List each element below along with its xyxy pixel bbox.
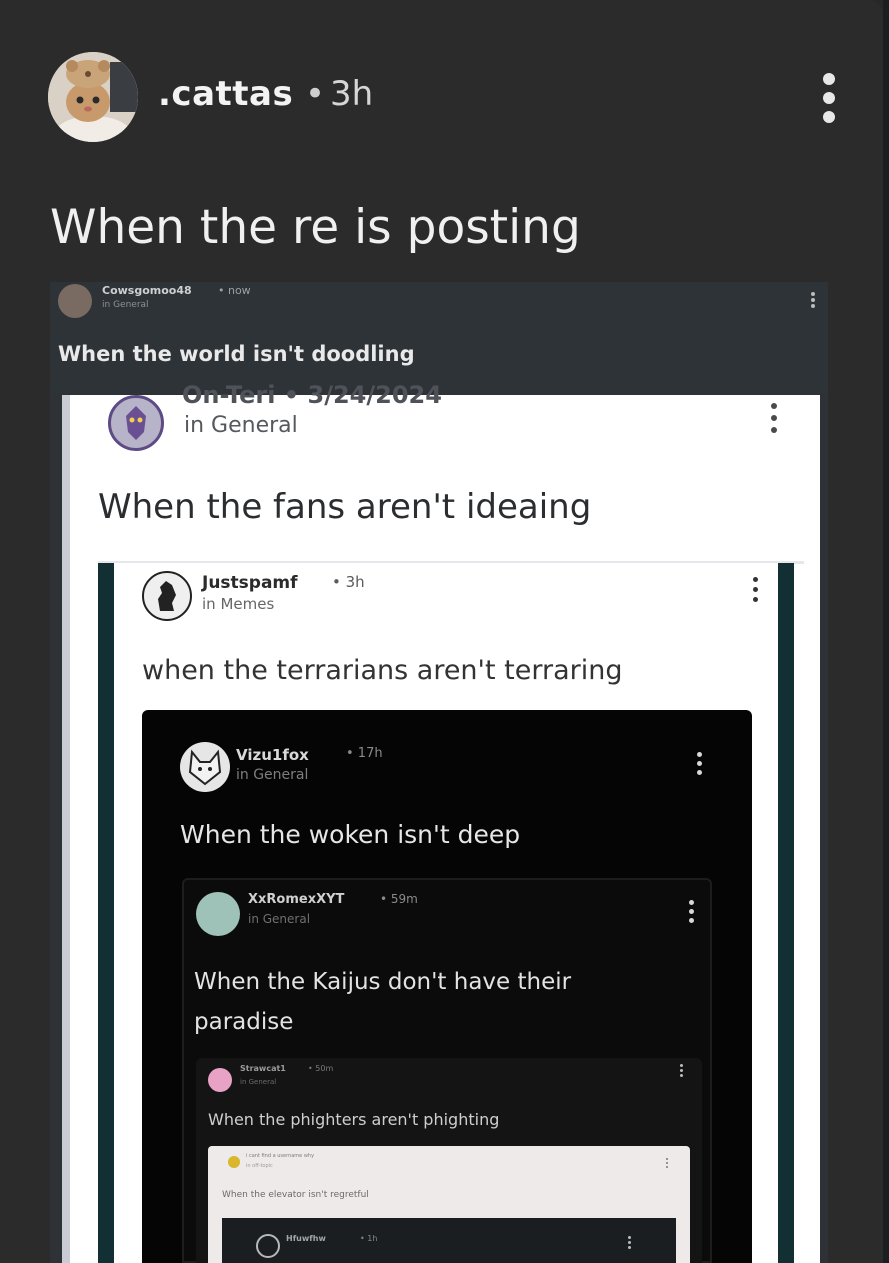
embedded-time: • 17h: [346, 746, 383, 761]
embedded-post-level6: Strawcat1 • 50m in General When the phig…: [196, 1058, 702, 1263]
divider: [62, 395, 70, 1263]
embedded-time: • 50m: [308, 1064, 334, 1073]
more-options-icon: [674, 1064, 688, 1077]
wolf-emblem-icon: [126, 406, 146, 440]
post-time: 3h: [330, 74, 374, 114]
avatar: [142, 571, 192, 621]
avatar: [228, 1156, 240, 1168]
post-title: When the re is posting: [50, 200, 581, 255]
user-avatar[interactable]: [48, 52, 138, 142]
embedded-username: Vizu1fox: [236, 746, 309, 764]
avatar: [196, 892, 240, 936]
post-image[interactable]: Cowsgomoo48 • now in General When the wo…: [50, 282, 828, 1263]
more-options-icon: [806, 292, 820, 308]
embedded-post-level2: On-Teri • 3/24/2024 in General When the …: [62, 381, 820, 1263]
chess-knight-icon: [158, 581, 176, 611]
more-options-icon: [748, 577, 762, 602]
embedded-category: in General: [184, 413, 298, 438]
embedded-category: in General: [248, 912, 311, 926]
embedded-title: When the elevator isn't regretful: [222, 1190, 369, 1200]
embedded-post-level8: Hfuwfhw • 1h: [222, 1218, 676, 1263]
embedded-title: When the world isn't doodling: [58, 342, 415, 366]
avatar: [208, 1068, 232, 1092]
embedded-category: in off-topic: [246, 1163, 273, 1169]
avatar: [58, 284, 92, 318]
more-options-icon: [684, 900, 698, 923]
embedded-post-level7: i cant find a username why in off-topic …: [208, 1146, 690, 1263]
more-options-icon: [767, 403, 781, 433]
username[interactable]: .cattas: [158, 74, 293, 114]
more-options-icon: [692, 752, 706, 775]
embedded-category: in Memes: [202, 595, 275, 613]
avatar: [108, 395, 164, 451]
embedded-post-level4: Vizu1fox • 17h in General When the woken…: [142, 710, 752, 1263]
embedded-category: in General: [240, 1078, 277, 1086]
embedded-username: XxRomexXYT: [248, 892, 345, 907]
embedded-time: • 3h: [332, 573, 365, 591]
avatar: [180, 742, 230, 792]
embedded-post-level3-frame: Justspamf • 3h in Memes when the terrari…: [98, 563, 794, 1263]
more-options-icon[interactable]: [822, 73, 836, 123]
embedded-category: in General: [102, 300, 149, 310]
divider: [883, 0, 889, 1263]
embedded-title: when the terrarians aren't terraring: [142, 655, 623, 686]
embedded-post-header: Cowsgomoo48 • now in General When the wo…: [50, 282, 828, 394]
more-options-icon: [660, 1158, 674, 1168]
post-card: .cattas • 3h When the re is posting Cows…: [0, 0, 883, 1263]
avatar: [256, 1234, 280, 1258]
separator-dot: •: [305, 74, 326, 114]
embedded-title: When the woken isn't deep: [180, 820, 521, 849]
embedded-username: On-Teri • 3/24/2024: [182, 381, 442, 409]
embedded-time: • 59m: [380, 892, 418, 906]
embedded-username: i cant find a username why: [246, 1153, 315, 1159]
embedded-username: Justspamf: [202, 573, 298, 593]
cat-avatar-icon: [48, 52, 138, 142]
embedded-time: • 1h: [360, 1234, 378, 1243]
embedded-post-level5: XxRomexXYT • 59m in General When the Kai…: [182, 878, 712, 1263]
more-options-icon: [622, 1236, 636, 1249]
embedded-title: When the phighters aren't phighting: [208, 1110, 500, 1129]
embedded-username: Strawcat1: [240, 1064, 286, 1073]
fox-avatar-icon: [188, 749, 222, 786]
embedded-username: Cowsgomoo48: [102, 284, 192, 297]
embedded-title: When the Kaijus don't have their paradis…: [194, 969, 572, 1035]
embedded-time: • now: [218, 284, 251, 297]
embedded-post-level3: Justspamf • 3h in Memes when the terrari…: [114, 563, 778, 1263]
embedded-category: in General: [236, 767, 309, 783]
embedded-title: When the fans aren't ideaing: [98, 487, 592, 527]
embedded-username: Hfuwfhw: [286, 1234, 326, 1243]
